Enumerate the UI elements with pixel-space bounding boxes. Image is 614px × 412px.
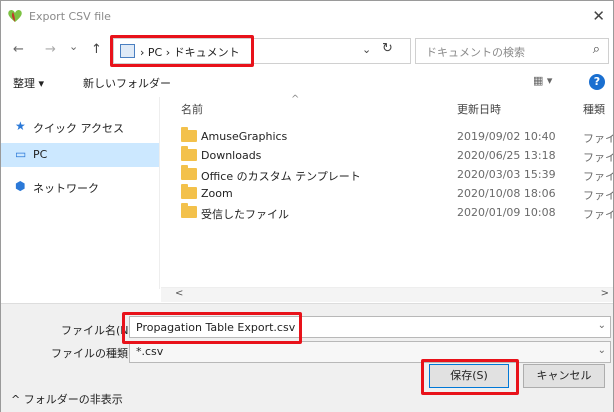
- up-arrow-icon[interactable]: ↑: [91, 42, 102, 57]
- file-modified: 2020/10/08 18:06: [457, 187, 556, 200]
- view-options-icon[interactable]: ▦ ▾: [533, 74, 552, 87]
- network-icon: ⬢: [15, 179, 26, 193]
- filetype-dropdown-icon[interactable]: ⌄: [598, 345, 606, 356]
- scroll-left-icon[interactable]: <: [175, 288, 183, 299]
- filetype-value: *.csv: [136, 345, 164, 358]
- recent-locations-chevron-icon[interactable]: ⌄: [69, 40, 78, 53]
- list-item[interactable]: Office のカスタム テンプレート 2020/03/03 15:39 ファイ…: [161, 165, 613, 184]
- horizontal-scrollbar[interactable]: < >: [161, 287, 613, 302]
- star-icon: ★: [15, 119, 26, 133]
- filename-highlight-box: [122, 312, 302, 344]
- folder-icon: [181, 146, 197, 161]
- folder-icon: [181, 127, 197, 142]
- command-bar: 整理 ▾ 新しいフォルダー ▦ ▾ ?: [1, 69, 613, 95]
- sidebar-item-label: PC: [33, 148, 48, 161]
- organize-button[interactable]: 整理 ▾: [13, 75, 44, 91]
- column-header-type[interactable]: 種類: [583, 101, 605, 117]
- file-modified: 2019/09/02 10:40: [457, 130, 556, 143]
- file-type: ファイル: [583, 132, 613, 145]
- export-csv-dialog: Export CSV file ✕ ← → ⌄ ↑ › PC › ドキュメント …: [0, 0, 614, 412]
- new-folder-button[interactable]: 新しいフォルダー: [83, 75, 171, 91]
- file-name: AmuseGraphics: [201, 130, 288, 143]
- search-box[interactable]: ドキュメントの検索 ⌕: [415, 38, 609, 64]
- save-highlight-box: [421, 359, 519, 395]
- address-highlight-box: [110, 35, 254, 67]
- list-item[interactable]: Zoom 2020/10/08 18:06 ファイル: [161, 184, 613, 203]
- forward-arrow-icon[interactable]: →: [45, 42, 56, 57]
- search-placeholder: ドキュメントの検索: [426, 46, 525, 59]
- sidebar-item-label: クイック アクセス: [33, 122, 124, 135]
- sidebar-item-label: ネットワーク: [33, 182, 99, 195]
- title-bar: Export CSV file ✕: [1, 1, 613, 31]
- file-type: ファイル: [583, 151, 613, 164]
- column-header-modified[interactable]: 更新日時: [457, 101, 501, 117]
- file-name: Office のカスタム テンプレート: [201, 170, 361, 183]
- file-name: Zoom: [201, 187, 233, 200]
- list-item[interactable]: Downloads 2020/06/25 13:18 ファイル: [161, 146, 613, 165]
- file-name: 受信したファイル: [201, 208, 289, 221]
- file-type: ファイル: [583, 170, 613, 183]
- window-title: Export CSV file: [29, 10, 111, 23]
- app-logo-icon: [8, 9, 22, 22]
- file-modified: 2020/01/09 10:08: [457, 206, 556, 219]
- column-header-name[interactable]: 名前: [181, 101, 203, 117]
- sidebar-item-pc[interactable]: ▭ PC: [1, 143, 159, 167]
- hide-folders-toggle[interactable]: ^ フォルダーの非表示: [11, 391, 123, 407]
- scroll-right-icon[interactable]: >: [601, 288, 609, 299]
- search-icon[interactable]: ⌕: [593, 42, 600, 57]
- close-icon[interactable]: ✕: [592, 7, 605, 25]
- file-name: Downloads: [201, 149, 262, 162]
- file-modified: 2020/03/03 15:39: [457, 168, 556, 181]
- computer-icon: ▭: [15, 147, 27, 161]
- back-arrow-icon[interactable]: ←: [13, 42, 24, 57]
- cancel-button[interactable]: キャンセル: [523, 364, 605, 388]
- file-list-header: ^ 名前 更新日時 種類: [161, 94, 613, 119]
- sort-caret-icon: ^: [291, 94, 300, 105]
- address-dropdown-icon[interactable]: ⌄: [362, 43, 371, 56]
- dialog-footer: ファイル名(N): ⌄ ファイルの種類(T): *.csv ⌄ ^ フォルダーの…: [1, 303, 613, 412]
- folder-icon: [181, 184, 197, 199]
- file-type: ファイル: [583, 189, 613, 202]
- filename-dropdown-icon[interactable]: ⌄: [598, 320, 606, 331]
- help-icon[interactable]: ?: [589, 74, 605, 90]
- folder-icon: [181, 203, 197, 218]
- filetype-select[interactable]: *.csv ⌄: [129, 341, 611, 363]
- sidebar-item-quick-access[interactable]: ★ クイック アクセス: [1, 115, 159, 139]
- file-type: ファイル: [583, 208, 613, 221]
- list-item[interactable]: 受信したファイル 2020/01/09 10:08 ファイル: [161, 203, 613, 222]
- navigation-row: ← → ⌄ ↑ › PC › ドキュメント ⌄ ↻ ドキュメントの検索 ⌕: [1, 33, 613, 67]
- sidebar-item-network[interactable]: ⬢ ネットワーク: [1, 175, 159, 199]
- list-item[interactable]: AmuseGraphics 2019/09/02 10:40 ファイル: [161, 127, 613, 146]
- file-modified: 2020/06/25 13:18: [457, 149, 556, 162]
- refresh-icon[interactable]: ↻: [382, 41, 393, 56]
- folder-icon: [181, 165, 197, 180]
- navigation-pane: ★ クイック アクセス ▭ PC ⬢ ネットワーク: [1, 97, 160, 289]
